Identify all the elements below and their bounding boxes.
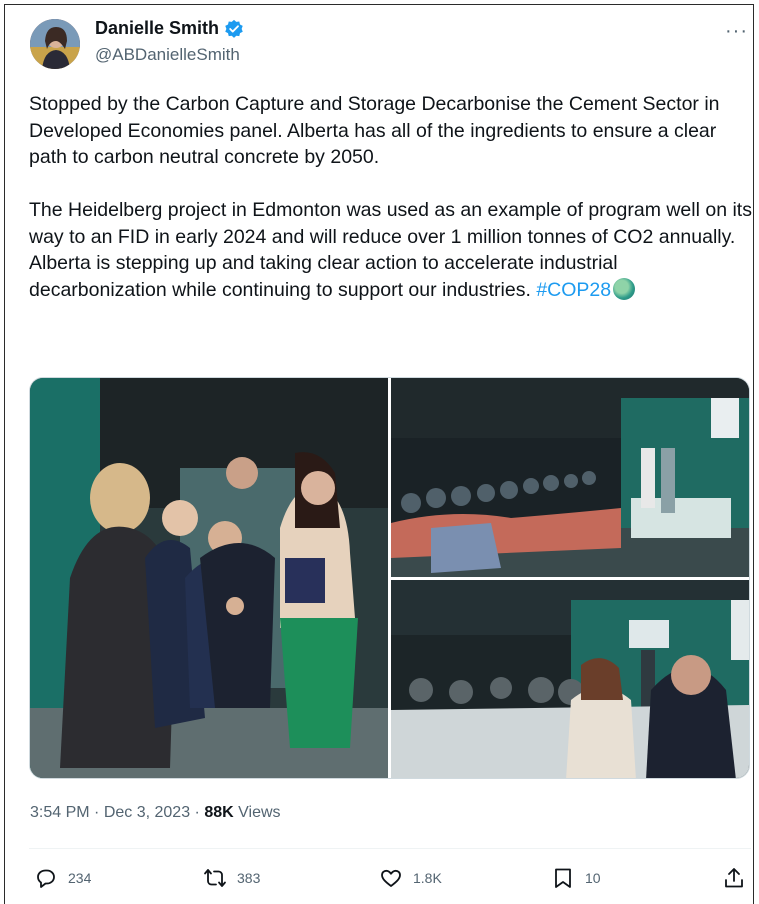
- meta-separator: ·: [89, 804, 104, 821]
- cop28-emoji-icon: [613, 277, 636, 300]
- photo-audience-close[interactable]: [391, 580, 749, 778]
- photo-audience-wide-image: [391, 378, 749, 577]
- tweet-paragraph-1: Stopped by the Carbon Capture and Storag…: [29, 93, 725, 168]
- author-name[interactable]: Danielle Smith: [95, 18, 219, 39]
- repost-icon: [204, 869, 226, 887]
- repost-button[interactable]: 383: [203, 866, 260, 890]
- photo-audience-wide[interactable]: [391, 378, 749, 577]
- tweet-date[interactable]: Dec 3, 2023: [104, 804, 190, 821]
- like-count: 1.8K: [413, 870, 442, 886]
- like-button[interactable]: 1.8K: [379, 866, 442, 890]
- author-name-row[interactable]: Danielle Smith: [95, 18, 244, 39]
- share-button[interactable]: [722, 866, 746, 890]
- reply-button[interactable]: 234: [34, 866, 91, 890]
- like-icon: [381, 869, 401, 887]
- bookmark-button[interactable]: 10: [551, 866, 601, 890]
- tweet-time[interactable]: 3:54 PM: [30, 804, 90, 821]
- views-label: Views: [238, 804, 281, 821]
- author-handle[interactable]: @ABDanielleSmith: [95, 45, 240, 65]
- avatar-image: [30, 19, 80, 69]
- views-count: 88K: [204, 804, 234, 821]
- photo-handshake[interactable]: [30, 378, 388, 778]
- tweet-text: Stopped by the Carbon Capture and Storag…: [29, 91, 754, 303]
- divider: [29, 848, 751, 849]
- verified-badge-icon: [225, 19, 243, 38]
- bookmark-count: 10: [585, 870, 601, 886]
- tweet-paragraph-2: The Heidelberg project in Edmonton was u…: [29, 199, 758, 301]
- meta-separator: ·: [190, 804, 205, 821]
- more-icon[interactable]: ···: [725, 20, 748, 43]
- photo-handshake-image: [30, 378, 388, 778]
- tweet-meta: 3:54 PM · Dec 3, 2023 · 88K Views: [30, 804, 281, 822]
- reply-count: 234: [68, 870, 92, 886]
- avatar[interactable]: [30, 19, 80, 69]
- photo-audience-close-image: [391, 580, 749, 778]
- hashtag-link[interactable]: #COP28: [536, 279, 611, 301]
- repost-count: 383: [237, 870, 261, 886]
- bookmark-icon: [555, 868, 571, 888]
- media-grid: [29, 377, 750, 779]
- reply-icon: [37, 869, 55, 888]
- share-icon: [725, 868, 743, 888]
